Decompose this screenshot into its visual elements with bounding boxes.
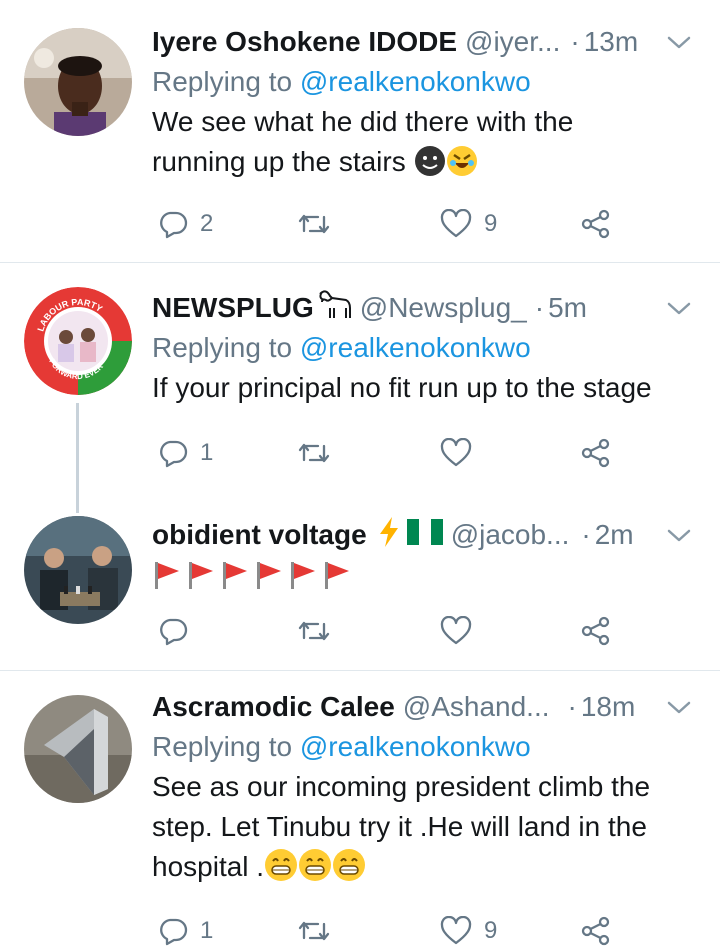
reply-button[interactable]: 1 [158, 433, 213, 473]
reply-icon [158, 916, 188, 946]
tweet-text: If your principal no fit run up to the s… [152, 368, 700, 408]
replying-prefix: Replying to [152, 332, 293, 363]
display-name[interactable]: Iyere Oshokene IDODE [152, 26, 457, 58]
replying-to: Replying to @realkenokonkwo [152, 727, 700, 767]
red-flag-emoji-icon [288, 560, 318, 595]
retweet-button[interactable] [296, 911, 332, 951]
tweet-text-line: hospital . [152, 851, 265, 882]
tweet-text-line: See as our incoming president climb the [152, 771, 651, 802]
reply-button[interactable] [158, 611, 188, 651]
like-button[interactable] [440, 611, 472, 651]
separator-dot: · [567, 691, 577, 722]
replying-prefix: Replying to [152, 731, 293, 762]
reply-count: 1 [200, 917, 214, 944]
red-flag-emoji-icon [220, 560, 250, 595]
heart-icon [440, 438, 472, 468]
retweet-icon [296, 616, 332, 646]
share-icon [580, 915, 612, 947]
thread-connector [76, 403, 79, 513]
avatar[interactable] [24, 695, 132, 803]
red-flag-emoji-icon [322, 560, 352, 595]
reply-count: 1 [200, 439, 214, 466]
chevron-down-icon[interactable] [666, 28, 692, 60]
reply-icon [158, 438, 188, 468]
mention-link[interactable]: @realkenokonkwo [300, 731, 531, 762]
like-count: 9 [484, 917, 498, 944]
tweet-4[interactable]: Ascramodic Calee @Ashand... · 18m Replyi… [0, 671, 720, 948]
heart-icon [440, 616, 472, 646]
tweet-text-line: We see what he did there with the [152, 106, 574, 137]
tweet-text-line: step. Let Tinubu try it .He will land in… [152, 811, 647, 842]
retweet-icon [296, 438, 332, 468]
smiling-black-face-emoji-icon [414, 145, 446, 188]
retweet-button[interactable] [296, 611, 332, 651]
share-icon [580, 437, 612, 469]
mention-link[interactable]: @realkenokonkwo [300, 66, 531, 97]
grinning-face-emoji-icon [332, 848, 366, 893]
retweet-icon [296, 209, 332, 239]
retweet-button[interactable] [296, 433, 332, 473]
share-button[interactable] [580, 433, 612, 473]
timestamp[interactable]: 2m [595, 519, 634, 551]
heart-icon [440, 916, 472, 946]
replying-to: Replying to @realkenokonkwo [152, 328, 700, 368]
red-flag-emoji-icon [186, 560, 216, 595]
reply-icon [158, 616, 188, 646]
red-flag-emoji-icon [254, 560, 284, 595]
tweet-text-line: If your principal no fit run up to the s… [152, 372, 652, 403]
share-icon [580, 208, 612, 240]
grinning-face-emoji-icon [264, 848, 298, 893]
timestamp[interactable]: 13m [584, 26, 638, 58]
share-button[interactable] [580, 911, 612, 951]
separator-dot: · [534, 292, 545, 323]
user-handle[interactable]: @jacob... [451, 519, 570, 551]
display-name[interactable]: Ascramodic Calee [152, 691, 395, 723]
retweet-icon [296, 916, 332, 946]
goat-icon [316, 288, 354, 329]
reply-button[interactable]: 1 [158, 911, 213, 951]
reply-count: 2 [200, 210, 214, 237]
tweet-3[interactable]: obidient voltage @jacob... · 2m [0, 498, 720, 670]
chevron-down-icon[interactable] [666, 693, 692, 725]
replying-prefix: Replying to [152, 66, 293, 97]
rofl-emoji-icon [446, 145, 478, 188]
lightning-icon [377, 516, 401, 555]
nigeria-flag-icon [406, 518, 443, 552]
reply-button[interactable]: 2 [158, 204, 213, 244]
timestamp[interactable]: 18m [581, 691, 635, 723]
reply-icon [158, 209, 188, 239]
avatar[interactable]: LABOUR PARTY FORWARD EVER [24, 287, 132, 395]
display-name[interactable]: NEWSPLUG [152, 292, 314, 324]
tweet-2[interactable]: LABOUR PARTY FORWARD EVER NEWSPLUG @News… [0, 263, 720, 513]
share-button[interactable] [580, 611, 612, 651]
chevron-down-icon[interactable] [666, 294, 692, 326]
tweet-text-line: running up the stairs [152, 146, 406, 177]
avatar[interactable] [24, 28, 132, 136]
tweet-1[interactable]: Iyere Oshokene IDODE @iyer... · 13m Repl… [0, 0, 720, 262]
mention-link[interactable]: @realkenokonkwo [300, 332, 531, 363]
like-count: 9 [484, 210, 498, 237]
replying-to: Replying to @realkenokonkwo [152, 62, 700, 102]
grinning-face-emoji-icon [298, 848, 332, 893]
display-name[interactable]: obidient voltage [152, 519, 367, 551]
heart-icon [440, 209, 472, 239]
separator-dot: · [581, 519, 591, 550]
red-flag-emoji-icon [152, 560, 182, 595]
like-button[interactable]: 9 [440, 204, 497, 244]
user-handle[interactable]: @iyer... [465, 26, 560, 58]
user-handle[interactable]: @Ashand... [403, 691, 550, 723]
tweet-text: See as our incoming president climb the … [152, 767, 700, 893]
share-button[interactable] [580, 204, 612, 244]
tweet-text: We see what he did there with the runnin… [152, 102, 700, 188]
separator-dot: · [570, 26, 580, 57]
tweet-text [152, 555, 700, 599]
chevron-down-icon[interactable] [666, 521, 692, 553]
timestamp[interactable]: 5m [548, 292, 587, 324]
user-handle[interactable]: @Newsplug_ [360, 292, 527, 324]
retweet-button[interactable] [296, 204, 332, 244]
like-button[interactable] [440, 433, 472, 473]
share-icon [580, 615, 612, 647]
like-button[interactable]: 9 [440, 911, 497, 951]
avatar[interactable] [24, 516, 132, 624]
